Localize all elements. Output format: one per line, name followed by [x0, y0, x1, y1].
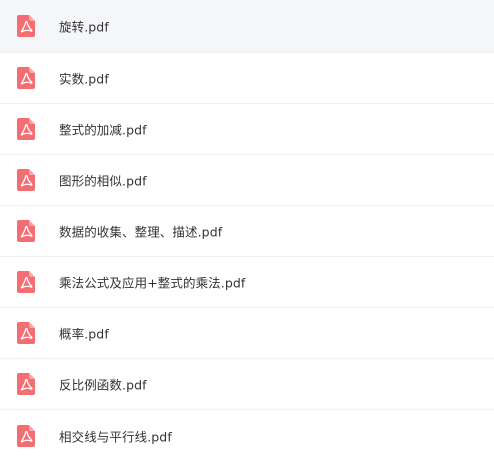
- file-name: 相交线与平行线.pdf: [59, 429, 172, 444]
- file-name: 概率.pdf: [59, 326, 109, 342]
- file-row[interactable]: 旋转.pdf: [0, 0, 494, 53]
- file-row[interactable]: 图形的相似.pdf: [0, 155, 494, 206]
- pdf-file-icon: [17, 322, 35, 344]
- file-name: 反比例函数.pdf: [59, 377, 147, 393]
- file-name: 数据的收集、整理、描述.pdf: [59, 224, 223, 240]
- file-row[interactable]: 乘法公式及应用+整式的乘法.pdf: [0, 257, 494, 308]
- file-name: 旋转.pdf: [59, 19, 109, 35]
- file-name: 乘法公式及应用+整式的乘法.pdf: [59, 275, 246, 291]
- file-name: 图形的相似.pdf: [59, 173, 147, 189]
- file-name: 实数.pdf: [59, 71, 109, 87]
- pdf-file-icon: [17, 67, 35, 89]
- file-row[interactable]: 概率.pdf: [0, 308, 494, 359]
- pdf-file-icon: [17, 15, 35, 37]
- pdf-file-icon: [17, 373, 35, 395]
- file-row[interactable]: 反比例函数.pdf: [0, 359, 494, 410]
- file-row[interactable]: 实数.pdf: [0, 53, 494, 104]
- file-list: 旋转.pdf 实数.pdf 整式的加减.pdf 图形的相似.pdf 数据的收集、…: [0, 0, 494, 461]
- pdf-file-icon: [17, 118, 35, 140]
- pdf-file-icon: [17, 169, 35, 191]
- file-row[interactable]: 整式的加减.pdf: [0, 104, 494, 155]
- pdf-file-icon: [17, 271, 35, 293]
- file-name: 整式的加减.pdf: [59, 122, 147, 138]
- pdf-file-icon: [17, 424, 35, 447]
- file-row[interactable]: 数据的收集、整理、描述.pdf: [0, 206, 494, 257]
- pdf-file-icon: [17, 220, 35, 242]
- file-row[interactable]: 相交线与平行线.pdf: [0, 410, 494, 461]
